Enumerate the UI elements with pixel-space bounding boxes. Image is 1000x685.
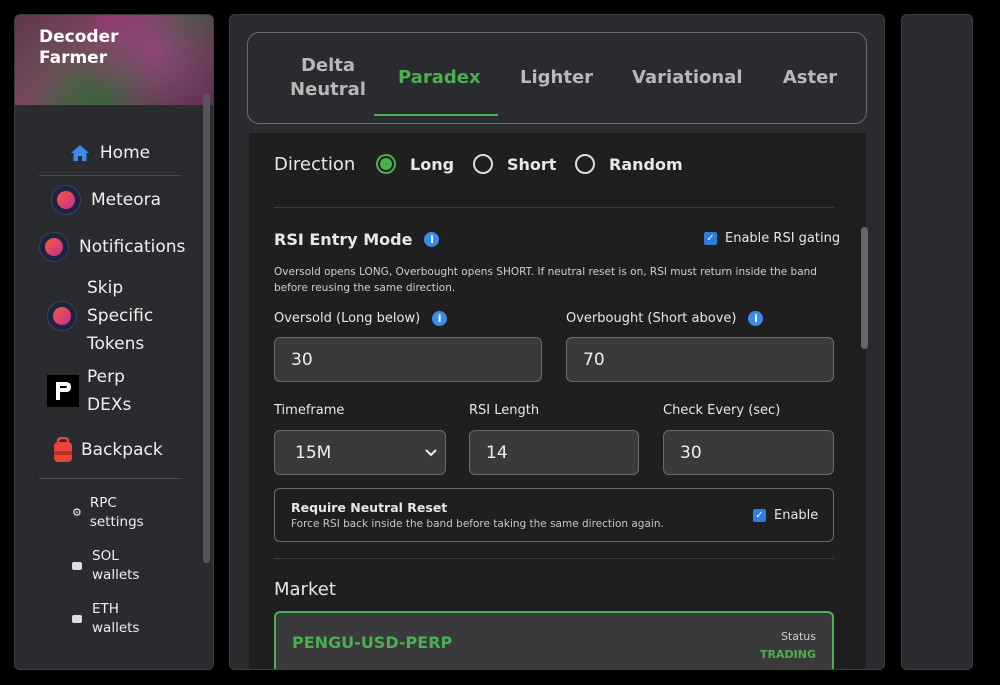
rsi-title-row: RSI Entry Mode i: [274, 230, 440, 249]
market-label: Market: [274, 579, 336, 600]
enable-rsi-gating[interactable]: ✓ Enable RSI gating: [704, 231, 840, 246]
market-card[interactable]: PENGU-USD-PERP Status TRADING: [274, 611, 834, 669]
info-icon[interactable]: i: [748, 311, 764, 326]
sidebar-item-label: Notifications: [79, 236, 186, 257]
sidebar-item-label: Skip Specific Tokens: [87, 278, 154, 354]
sidebar-item-notifications[interactable]: Notifications: [15, 223, 205, 270]
neutral-reset-card: Require Neutral Reset Force RSI back ins…: [274, 488, 834, 542]
sidebar-item-backpack[interactable]: Backpack: [15, 426, 205, 474]
tab-lighter[interactable]: Lighter: [520, 66, 593, 90]
radio-random[interactable]: [575, 154, 595, 174]
divider: [274, 558, 834, 559]
brand-title: Decoder Farmer: [39, 27, 119, 68]
tab-variational[interactable]: Variational: [632, 66, 743, 90]
perp-dexs-icon: [47, 375, 79, 407]
sidebar-item-label: Perp DEXs: [87, 367, 132, 415]
sidebar-item-skip-specific-tokens[interactable]: Skip Specific Tokens: [15, 270, 205, 362]
home-icon: [70, 145, 89, 161]
sidebar-item-label: Home: [99, 143, 151, 163]
enable-rsi-gating-checkbox[interactable]: ✓: [704, 232, 717, 245]
sidebar-item-home[interactable]: Home: [15, 135, 205, 171]
sidebar-item-label: Backpack: [81, 440, 163, 460]
enable-rsi-gating-label: Enable RSI gating: [725, 231, 841, 246]
direction-short-option[interactable]: Short: [473, 154, 556, 174]
oversold-input[interactable]: 30: [274, 337, 542, 382]
neutral-reset-title: Require Neutral Reset: [291, 500, 448, 515]
paradex-settings: Direction Long Short Random RSI Entry Mo…: [249, 133, 866, 669]
radio-label: Long: [410, 154, 455, 174]
sidebar-item-label: ETH wallets: [92, 601, 140, 636]
neutral-reset-desc: Force RSI back inside the band before ta…: [291, 518, 664, 530]
brand-banner[interactable]: Decoder Farmer: [15, 15, 213, 105]
oversold-label: Oversold (Long below): [274, 311, 421, 326]
overbought-input[interactable]: 70: [566, 337, 834, 382]
gear-icon: ⚙: [72, 506, 82, 519]
wallet-icon: [72, 615, 82, 623]
neutral-reset-checkbox[interactable]: ✓: [753, 509, 766, 522]
chevron-down-icon: [425, 448, 437, 456]
direction-label: Direction: [274, 154, 356, 175]
tab-paradex[interactable]: Paradex: [374, 66, 498, 116]
check-every-input[interactable]: 30: [663, 430, 834, 475]
sidebar-item-eth-wallets[interactable]: ETH wallets: [15, 588, 205, 642]
sidebar-item-label: SOL wallets: [92, 548, 140, 583]
sidebar-item-rpc-settings[interactable]: ⚙ RPC settings: [15, 479, 205, 534]
radio-long[interactable]: [376, 154, 396, 174]
market-status-label: Status: [780, 630, 816, 643]
sidebar-item-sol-wallets[interactable]: SOL wallets: [15, 534, 205, 588]
radio-short[interactable]: [473, 154, 493, 174]
sidebar-item-label: RPC settings: [89, 494, 144, 530]
tab-aster[interactable]: Aster: [782, 66, 838, 90]
rsi-length-input[interactable]: 14: [469, 430, 639, 475]
radio-label: Random: [609, 154, 683, 174]
rsi-length-label: RSI Length: [469, 403, 540, 418]
tab-delta-neutral[interactable]: Delta Neutral: [286, 54, 370, 102]
divider: [274, 207, 834, 208]
rsi-title: RSI Entry Mode: [274, 230, 413, 249]
check-every-label: Check Every (sec): [663, 403, 781, 418]
direction-random-option[interactable]: Random: [575, 154, 683, 174]
notifications-icon: [39, 231, 69, 262]
timeframe-select[interactable]: 15M: [274, 430, 446, 475]
rsi-description: Oversold opens LONG, Overbought opens SH…: [274, 266, 817, 294]
neutral-reset-enable[interactable]: ✓ Enable: [753, 508, 818, 523]
backpack-icon: [54, 437, 72, 462]
main-panel: Delta Neutral Paradex Lighter Variationa…: [229, 14, 885, 670]
sidebar-nav: Home Meteora Notifications Skip Specific…: [15, 135, 205, 642]
timeframe-label: Timeframe: [274, 403, 345, 418]
sidebar: Decoder Farmer Home Meteora Notification…: [14, 14, 214, 670]
info-icon[interactable]: i: [432, 311, 448, 326]
sidebar-item-meteora[interactable]: Meteora: [15, 176, 205, 223]
dex-tabs: Delta Neutral Paradex Lighter Variationa…: [247, 32, 867, 124]
radio-label: Short: [507, 154, 557, 174]
overbought-label-row: Overbought (Short above) i: [566, 311, 764, 326]
content-scrollbar[interactable]: [861, 227, 868, 349]
neutral-reset-enable-label: Enable: [774, 508, 819, 523]
wallet-icon: [72, 562, 82, 570]
meteora-icon: [51, 184, 81, 215]
market-symbol: PENGU-USD-PERP: [292, 633, 453, 652]
oversold-label-row: Oversold (Long below) i: [274, 311, 448, 326]
overbought-label: Overbought (Short above): [566, 311, 737, 326]
direction-long-option[interactable]: Long: [376, 154, 454, 174]
info-icon[interactable]: i: [424, 232, 440, 247]
skip-tokens-icon: [47, 301, 77, 331]
right-panel: [901, 14, 973, 670]
sidebar-item-label: Meteora: [91, 189, 162, 210]
sidebar-item-perp-dexs[interactable]: Perp DEXs: [15, 362, 205, 420]
timeframe-selected-value: 15M: [295, 442, 332, 463]
market-status-value: TRADING: [760, 648, 816, 661]
